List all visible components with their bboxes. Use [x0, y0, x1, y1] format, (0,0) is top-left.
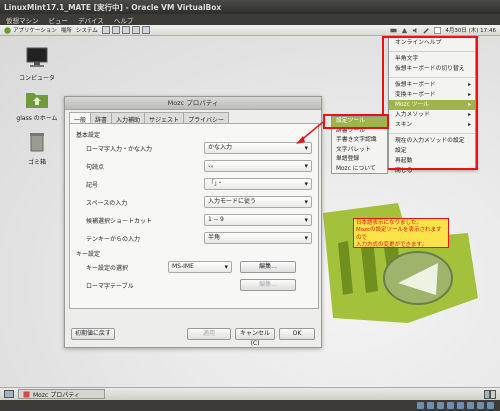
- mozc-icon[interactable]: [434, 26, 442, 34]
- mozc-window-icon: [23, 391, 30, 397]
- tab-input-assist[interactable]: 入力補助: [111, 112, 146, 124]
- tab-dictionary[interactable]: 辞書: [90, 112, 113, 124]
- bottom-panel: Mozc プロパティ: [0, 387, 500, 400]
- network-icon[interactable]: [401, 27, 408, 34]
- window-title: LinuxMint17.1_MATE [実行中] - Oracle VM Vir…: [4, 2, 222, 12]
- keymap-edit-button[interactable]: 編集...: [240, 261, 296, 273]
- submenu-item-about[interactable]: Mozc について: [332, 165, 387, 175]
- files-launcher-icon[interactable]: [121, 26, 130, 34]
- dialog-title: Mozc プロパティ: [65, 97, 321, 110]
- setting-row: ローマ字入力・かな入力 かな入力: [76, 139, 312, 157]
- desktop-icon-computer[interactable]: コンピュータ: [12, 47, 62, 82]
- terminal-launcher-icon[interactable]: [111, 26, 120, 34]
- keymap-select[interactable]: MS-IME: [168, 261, 232, 273]
- vbox-statusbar: [0, 400, 500, 411]
- mozc-properties-dialog: Mozc プロパティ 一般 辞書 入力補助 サジェスト プライバシー 基本設定 …: [64, 96, 322, 348]
- annotation-note: 日本語表示になりました。 Mozcの設定ツールを表示されますので 入力方式の変更…: [353, 218, 449, 248]
- tab-suggest[interactable]: サジェスト: [144, 112, 185, 124]
- volume-icon[interactable]: [412, 27, 419, 34]
- top-panel: アプリケーション 場所 システム 4月30日 (木) 17:46: [0, 25, 500, 36]
- show-desktop-icon[interactable]: [4, 390, 14, 399]
- guest-desktop: アプリケーション 場所 システム 4月30日 (木) 17:46 コンピュータ: [0, 25, 500, 400]
- numpad-input-select[interactable]: 半角: [204, 232, 312, 244]
- keymap-label: キー設定の選択: [86, 264, 129, 272]
- setting-row: ローマ字テーブル 編集...: [76, 276, 312, 294]
- setting-label: 候補選択ショートカット: [86, 217, 153, 225]
- applications-menu[interactable]: アプリケーション: [4, 26, 57, 34]
- setting-label: テンキーからの入力: [86, 235, 141, 243]
- workspace-switcher-icon[interactable]: [484, 390, 496, 399]
- setting-label: 句読点: [86, 163, 105, 171]
- mouse-status-icon[interactable]: [487, 402, 494, 409]
- shared-folder-status-icon[interactable]: [457, 402, 464, 409]
- vbox-titlebar: LinuxMint17.1_MATE [実行中] - Oracle VM Vir…: [0, 0, 500, 14]
- setting-row: 記号 「」・: [76, 175, 312, 193]
- submenu-item-word-register[interactable]: 単語登録: [332, 155, 387, 165]
- setting-row: キー設定の選択 MS-IME 編集...: [76, 258, 312, 276]
- desktop-icon-home[interactable]: glass のホーム: [12, 89, 62, 122]
- optical-status-icon[interactable]: [427, 402, 434, 409]
- input-mode-select[interactable]: かな入力: [204, 142, 312, 154]
- key-settings-heading: キー設定: [76, 251, 101, 258]
- tab-privacy[interactable]: プライバシー: [183, 112, 229, 124]
- dialog-tabs: 一般 辞書 入力補助 サジェスト プライバシー: [69, 112, 229, 124]
- menu-view[interactable]: ビュー: [49, 15, 69, 25]
- places-menu[interactable]: 場所: [61, 26, 72, 34]
- tab-panel-general: 基本設定 ローマ字入力・かな入力 かな入力 句読点 、。 記号 「」・ スペース…: [69, 123, 319, 309]
- candidate-shortcut-select[interactable]: 1 -- 9: [204, 214, 312, 226]
- reset-defaults-button[interactable]: 初期値に戻す: [71, 328, 115, 340]
- basic-settings-heading: 基本設定: [76, 132, 101, 139]
- setting-row: 候補選択ショートカット 1 -- 9: [76, 211, 312, 229]
- desktop-icon-trash[interactable]: ゴミ箱: [12, 131, 62, 166]
- setting-label: 記号: [86, 181, 99, 189]
- apply-button[interactable]: 適用: [187, 328, 231, 340]
- hdd-status-icon[interactable]: [417, 402, 424, 409]
- setting-row: 句読点 、。: [76, 157, 312, 175]
- highlight-box: [382, 36, 478, 170]
- editor-launcher-icon[interactable]: [141, 26, 150, 34]
- space-input-select[interactable]: 入力モードに従う: [204, 196, 312, 208]
- highlight-box: [323, 114, 389, 129]
- cancel-button[interactable]: キャンセル(C): [235, 328, 275, 347]
- punctuation-select[interactable]: 、。: [204, 160, 312, 172]
- clock[interactable]: 4月30日 (木) 17:46: [445, 26, 496, 34]
- mint-menu-icon: [4, 26, 11, 34]
- trash-icon: [30, 133, 44, 152]
- home-folder-icon: [26, 93, 48, 108]
- ok-button[interactable]: OK: [279, 328, 315, 340]
- launchers: [101, 26, 150, 34]
- setting-row: テンキーからの入力 半角: [76, 229, 312, 247]
- tools-icon[interactable]: [423, 27, 430, 34]
- setting-row: スペースの入力 入力モードに従う: [76, 193, 312, 211]
- setting-label: ローマ字入力・かな入力: [86, 145, 153, 153]
- usb-status-icon[interactable]: [437, 402, 444, 409]
- romaji-edit-button[interactable]: 編集...: [240, 279, 296, 291]
- submenu-item-character-palette[interactable]: 文字パレット: [332, 146, 387, 156]
- system-tray: 4月30日 (木) 17:46: [390, 26, 496, 34]
- keyboard-icon[interactable]: [390, 27, 397, 34]
- menu-help[interactable]: ヘルプ: [114, 15, 134, 25]
- display-status-icon[interactable]: [467, 402, 474, 409]
- menu-machine[interactable]: 仮想マシン: [6, 15, 39, 25]
- setting-label: スペースの入力: [86, 199, 128, 207]
- computer-icon: [26, 47, 48, 67]
- capture-status-icon[interactable]: [477, 402, 484, 409]
- mail-launcher-icon[interactable]: [131, 26, 140, 34]
- browser-launcher-icon[interactable]: [101, 26, 110, 34]
- network-status-icon[interactable]: [447, 402, 454, 409]
- submenu-item-handwriting[interactable]: 手書き文字認識: [332, 136, 387, 146]
- tab-general[interactable]: 一般: [69, 112, 92, 124]
- taskbar-item-mozc[interactable]: Mozc プロパティ: [18, 389, 105, 399]
- dialog-footer: 初期値に戻す 適用 キャンセル(C) OK: [69, 328, 319, 347]
- vbox-menubar: 仮想マシン ビュー デバイス ヘルプ: [0, 14, 500, 25]
- symbol-select[interactable]: 「」・: [204, 178, 312, 190]
- romaji-table-label: ローマ字テーブル: [86, 282, 134, 290]
- system-menu[interactable]: システム: [76, 26, 98, 34]
- menu-devices[interactable]: デバイス: [78, 15, 104, 25]
